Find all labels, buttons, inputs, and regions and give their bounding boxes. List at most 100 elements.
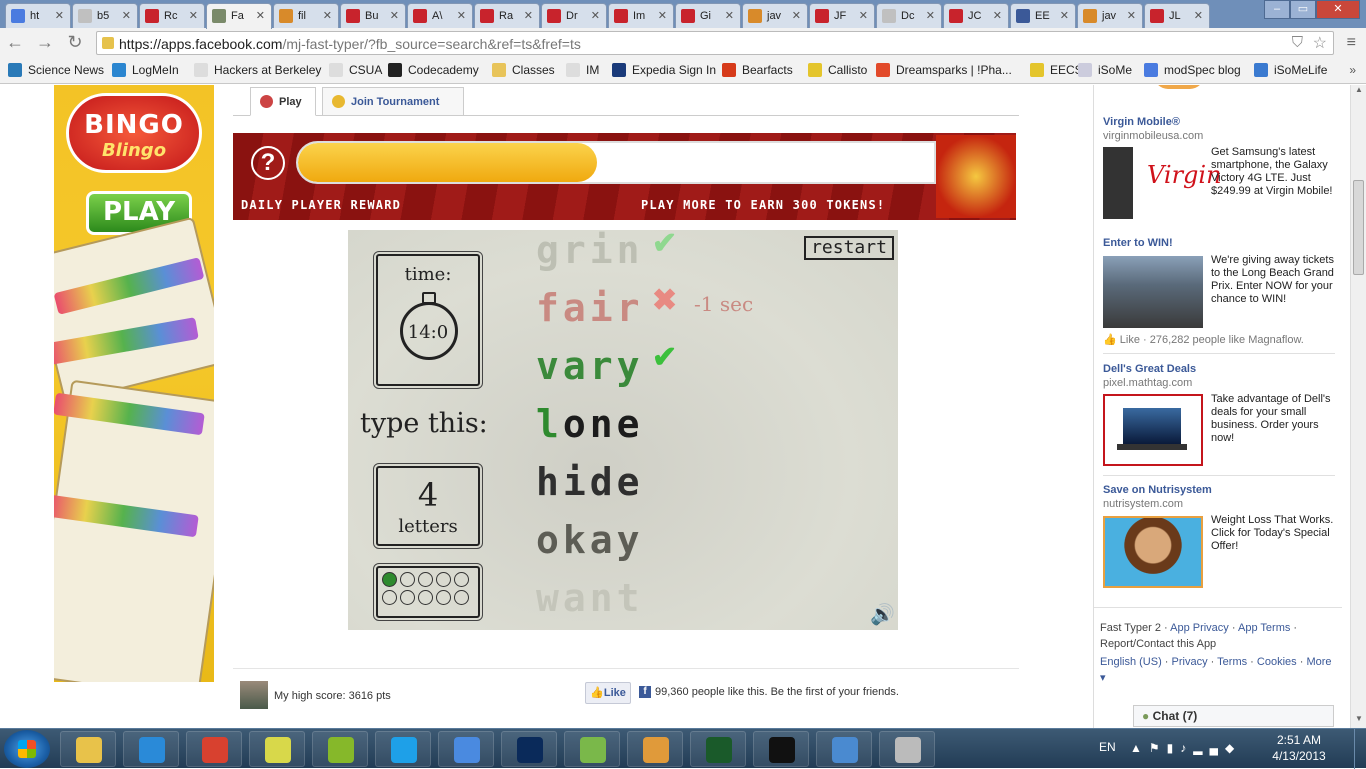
cookies-link[interactable]: Cookies <box>1257 656 1297 668</box>
battery-icon[interactable]: ▮ <box>1167 741 1181 755</box>
browser-tab[interactable]: JL ✕ <box>1144 3 1210 28</box>
browser-tab[interactable]: Rc ✕ <box>139 3 205 28</box>
bookmark-item[interactable]: LogMeIn <box>112 63 179 77</box>
tab-play[interactable]: Play <box>250 87 316 116</box>
taskbar-mouse-button[interactable] <box>879 731 935 767</box>
bookmark-item[interactable]: modSpec blog <box>1144 63 1241 77</box>
reload-icon[interactable]: ↻ <box>64 32 86 53</box>
taskbar-explorer-button[interactable] <box>60 731 116 767</box>
taskbar-paint-button[interactable] <box>627 731 683 767</box>
taskbar-chrome-button[interactable] <box>186 731 242 767</box>
taskbar-skype-button[interactable] <box>375 731 431 767</box>
close-tab-icon[interactable]: ✕ <box>189 9 198 22</box>
maximize-button[interactable]: ▭ <box>1290 0 1316 19</box>
close-tab-icon[interactable]: ✕ <box>55 9 64 22</box>
restart-button[interactable]: restart <box>804 236 894 260</box>
browser-tab[interactable]: Im ✕ <box>608 3 674 28</box>
like-button[interactable]: 👍Like <box>585 682 631 704</box>
bookmark-star-icon[interactable]: ☆ <box>1313 33 1327 53</box>
bookmark-item[interactable]: Science News <box>8 63 104 77</box>
show-hidden-icons-icon[interactable]: ▲ <box>1130 741 1149 755</box>
browser-tab[interactable]: A\ ✕ <box>407 3 473 28</box>
browser-tab[interactable]: JC ✕ <box>943 3 1009 28</box>
terms-link[interactable]: Terms <box>1217 656 1247 668</box>
bingo-blingo-ad[interactable]: BINGO Blingo PLAY <box>54 85 214 682</box>
taskbar-spotify-button[interactable] <box>312 731 368 767</box>
forward-arrow-icon[interactable]: → <box>34 32 56 53</box>
taskbar-command-prompt-button[interactable] <box>753 731 809 767</box>
taskbar-notepad-plus-button[interactable] <box>564 731 620 767</box>
ad-title[interactable]: Dell's Great Deals <box>1103 363 1196 375</box>
close-tab-icon[interactable]: ✕ <box>122 9 131 22</box>
taskbar-sticky-notes-button[interactable] <box>249 731 305 767</box>
bookmark-item[interactable]: Classes <box>492 63 555 77</box>
bookmark-item[interactable]: Dreamsparks | !Pha... <box>876 63 1012 77</box>
close-tab-icon[interactable]: ✕ <box>859 9 868 22</box>
close-tab-icon[interactable]: ✕ <box>524 9 533 22</box>
minimize-button[interactable]: – <box>1264 0 1290 19</box>
close-tab-icon[interactable]: ✕ <box>725 9 734 22</box>
close-tab-icon[interactable]: ✕ <box>926 9 935 22</box>
bookmark-item[interactable]: IM <box>566 63 599 77</box>
flag-icon[interactable]: ⚑ <box>1149 741 1167 755</box>
close-tab-icon[interactable]: ✕ <box>658 9 667 22</box>
daily-reward-banner[interactable]: ? DAILY PLAYER REWARD PLAY MORE TO EARN … <box>233 133 1016 220</box>
taskbar-photoshop-button[interactable] <box>501 731 557 767</box>
browser-tab[interactable]: Fa ✕ <box>206 3 272 29</box>
language-indicator[interactable]: EN <box>1099 740 1116 754</box>
ad-title[interactable]: Virgin Mobile® <box>1103 116 1180 128</box>
ad-title[interactable]: Enter to WIN! <box>1103 237 1173 249</box>
ad-title[interactable]: Save on Nutrisystem <box>1103 484 1212 496</box>
show-desktop-button[interactable] <box>1354 729 1366 769</box>
tab-join-tournament[interactable]: Join Tournament <box>322 87 464 116</box>
nutrisystem-woman-image[interactable] <box>1103 516 1203 588</box>
speaker-icon[interactable]: 🔊 <box>870 602 895 626</box>
race-car-image[interactable] <box>1103 256 1203 328</box>
browser-tab[interactable]: EE ✕ <box>1010 3 1076 28</box>
bookmark-item[interactable]: CSUA <box>329 63 382 77</box>
close-tab-icon[interactable]: ✕ <box>256 9 265 22</box>
browser-tab[interactable]: fil ✕ <box>273 3 339 28</box>
bookmark-item[interactable]: Bearfacts <box>722 63 793 77</box>
close-tab-icon[interactable]: ✕ <box>323 9 332 22</box>
browser-tab[interactable]: jav ✕ <box>742 3 808 28</box>
close-tab-icon[interactable]: ✕ <box>1194 9 1203 22</box>
taskbar-internet-explorer-button[interactable] <box>123 731 179 767</box>
bookmark-item[interactable]: EECS <box>1030 63 1083 77</box>
bookmark-item[interactable]: iSoMe <box>1078 63 1132 77</box>
privacy-link[interactable]: Privacy <box>1172 656 1208 668</box>
browser-tab[interactable]: Bu ✕ <box>340 3 406 28</box>
dropbox-icon[interactable]: ◆ <box>1225 741 1241 755</box>
close-tab-icon[interactable]: ✕ <box>1127 9 1136 22</box>
dell-laptop-image[interactable] <box>1103 394 1203 466</box>
fast-typer-game[interactable]: restart time: 14:0 type this: 4 letters … <box>348 230 898 630</box>
bookmark-item[interactable]: iSoMeLife <box>1254 63 1327 77</box>
virgin-phone-image[interactable]: Virgin <box>1103 147 1222 219</box>
bookmark-item[interactable]: Codecademy <box>388 63 479 77</box>
back-arrow-icon[interactable]: ← <box>4 32 26 53</box>
taskbar-task-manager-button[interactable] <box>690 731 746 767</box>
help-icon[interactable]: ? <box>251 146 285 180</box>
volume-icon[interactable]: ♪ <box>1180 741 1193 755</box>
chat-bar[interactable]: ● Chat (7) <box>1133 705 1334 727</box>
taskbar-itunes-button[interactable] <box>438 731 494 767</box>
scrollbar-thumb[interactable] <box>1353 180 1364 275</box>
browser-tab[interactable]: Ra ✕ <box>474 3 540 28</box>
system-clock[interactable]: 2:51 AM 4/13/2013 <box>1264 732 1334 764</box>
scroll-down-arrow-icon[interactable]: ▼ <box>1351 714 1366 728</box>
menu-icon[interactable]: ≡ <box>1347 34 1356 52</box>
bookmark-item[interactable]: Expedia Sign In <box>612 63 716 77</box>
browser-tab[interactable]: Gi ✕ <box>675 3 741 28</box>
shield-icon[interactable]: ⛉ <box>1292 34 1303 51</box>
browser-tab[interactable]: jav ✕ <box>1077 3 1143 28</box>
browser-tab[interactable]: b5 ✕ <box>72 3 138 28</box>
bookmark-item[interactable]: Hackers at Berkeley <box>194 63 321 77</box>
close-tab-icon[interactable]: ✕ <box>1060 9 1069 22</box>
close-window-button[interactable]: ✕ <box>1316 0 1360 19</box>
browser-tab[interactable]: Dr ✕ <box>541 3 607 28</box>
ad-social-line[interactable]: 👍 Like · 276,282 people like Magnaflow. <box>1103 333 1304 346</box>
taskbar-control-panel-button[interactable] <box>816 731 872 767</box>
report-app-link[interactable]: Report/Contact this App <box>1100 638 1216 650</box>
bookmark-item[interactable]: Callisto <box>808 63 867 77</box>
browser-tab[interactable]: ht ✕ <box>5 3 71 28</box>
